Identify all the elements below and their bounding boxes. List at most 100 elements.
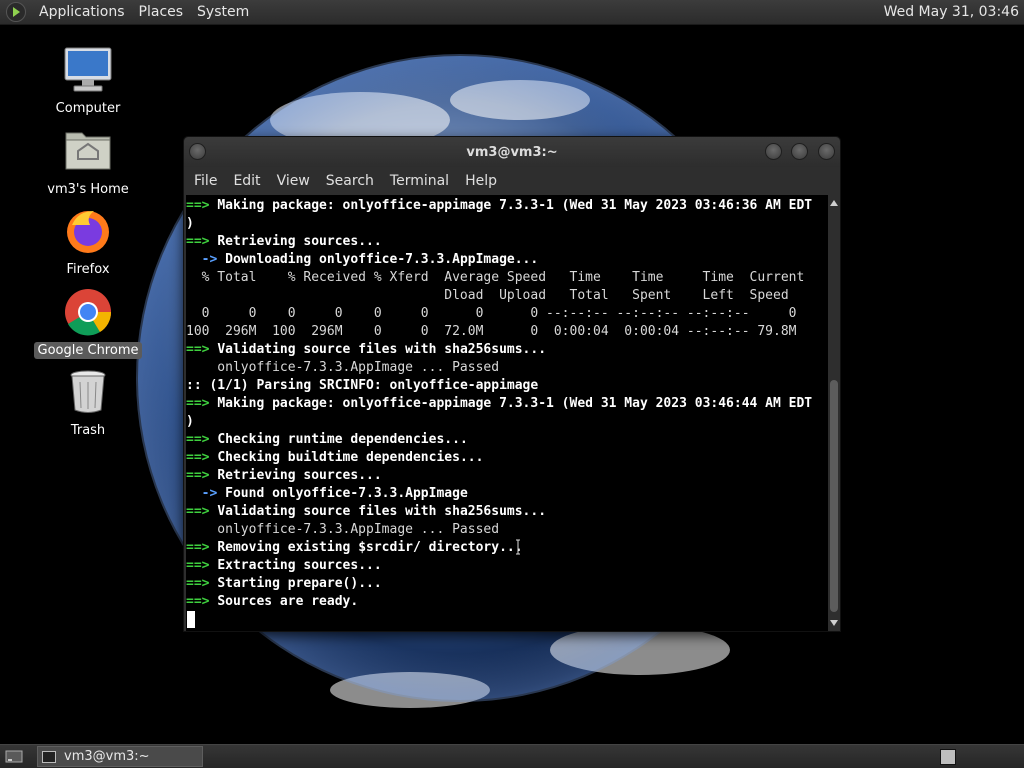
- terminal-line: -> Downloading onlyoffice-7.3.3.AppImage…: [186, 251, 812, 269]
- line-text: ): [186, 216, 194, 231]
- terminal-line: ==> Checking buildtime dependencies...: [186, 449, 812, 467]
- line-prefix: ->: [186, 252, 226, 267]
- line-text: Checking runtime dependencies...: [217, 432, 468, 447]
- distro-logo-icon[interactable]: [6, 2, 26, 22]
- terminal-line: % Total % Received % Xferd Average Speed…: [186, 269, 812, 287]
- taskbar-item-terminal[interactable]: vm3@vm3:~: [37, 746, 203, 767]
- menu-edit[interactable]: Edit: [226, 173, 267, 189]
- terminal-line: 0 0 0 0 0 0 0 0 --:--:-- --:--:-- --:--:…: [186, 305, 812, 323]
- desktop-icon-label: vm3's Home: [47, 182, 129, 197]
- line-prefix: ==>: [186, 504, 218, 519]
- terminal-line: ==> Making package: onlyoffice-appimage …: [186, 395, 812, 413]
- terminal-line: ==> Retrieving sources...: [186, 467, 812, 485]
- line-prefix: ==>: [186, 558, 218, 573]
- firefox-icon: [62, 205, 114, 257]
- line-text: Dload Upload Total Spent Left Speed: [186, 288, 789, 303]
- terminal-line: ==> Checking runtime dependencies...: [186, 431, 812, 449]
- show-desktop-icon[interactable]: [3, 748, 25, 766]
- desktop-icon-trash[interactable]: Trash: [33, 366, 143, 439]
- maximize-button[interactable]: [791, 143, 808, 160]
- line-prefix: ==>: [186, 234, 218, 249]
- line-text: Making package: onlyoffice-appimage 7.3.…: [217, 198, 813, 213]
- taskbar-item-label: vm3@vm3:~: [64, 749, 150, 764]
- line-text: 100 296M 100 296M 0 0 72.0M 0 0:00:04 0:…: [186, 324, 797, 339]
- terminal-line: 100 296M 100 296M 0 0 72.0M 0 0:00:04 0:…: [186, 323, 812, 341]
- desktop-icon-label: Firefox: [66, 262, 110, 277]
- line-prefix: ==>: [186, 342, 218, 357]
- ibeam-cursor-icon: [516, 539, 520, 555]
- line-text: Validating source files with sha256sums.…: [217, 504, 547, 519]
- terminal-scrollbar[interactable]: [828, 195, 840, 631]
- line-text: Downloading onlyoffice-7.3.3.AppImage...: [225, 252, 539, 267]
- terminal-line: ==> Extracting sources...: [186, 557, 812, 575]
- line-prefix: ==>: [186, 432, 218, 447]
- bottom-panel: vm3@vm3:~: [0, 744, 1024, 768]
- line-prefix: ==>: [186, 198, 218, 213]
- line-prefix: ==>: [186, 468, 218, 483]
- scroll-down-arrow-icon[interactable]: [830, 620, 838, 626]
- terminal-line: :: (1/1) Parsing SRCINFO: onlyoffice-app…: [186, 377, 812, 395]
- line-prefix: ==>: [186, 396, 218, 411]
- line-text: (1/1) Parsing SRCINFO: onlyoffice-appima…: [209, 378, 539, 393]
- terminal-line: ==> Validating source files with sha256s…: [186, 341, 812, 359]
- menu-terminal[interactable]: Terminal: [383, 173, 456, 189]
- menu-file[interactable]: File: [187, 173, 224, 189]
- desktop-icon-firefox[interactable]: Firefox: [33, 205, 143, 278]
- terminal-window[interactable]: vm3@vm3:~ File Edit View Search Terminal…: [183, 136, 841, 632]
- line-text: Retrieving sources...: [217, 468, 382, 483]
- line-text: Found onlyoffice-7.3.3.AppImage: [225, 486, 468, 501]
- menu-system[interactable]: System: [190, 4, 256, 20]
- clock[interactable]: Wed May 31, 03:46: [884, 4, 1024, 20]
- terminal-line: onlyoffice-7.3.3.AppImage ... Passed: [186, 521, 812, 539]
- top-panel: Applications Places System Wed May 31, 0…: [0, 0, 1024, 25]
- desktop-icon-label: Trash: [70, 423, 106, 438]
- terminal-menubar: File Edit View Search Terminal Help: [184, 167, 840, 195]
- line-text: Sources are ready.: [217, 594, 359, 609]
- line-text: onlyoffice-7.3.3.AppImage ... Passed: [186, 360, 500, 375]
- terminal-line: ==> Validating source files with sha256s…: [186, 503, 812, 521]
- line-text: Extracting sources...: [217, 558, 382, 573]
- terminal-output[interactable]: ==> Making package: onlyoffice-appimage …: [186, 195, 828, 631]
- line-prefix: ->: [186, 486, 226, 501]
- menu-help[interactable]: Help: [458, 173, 504, 189]
- line-prefix: ==>: [186, 594, 218, 609]
- line-text: 0 0 0 0 0 0 0 0 --:--:-- --:--:-- --:--:…: [186, 306, 797, 321]
- terminal-line: ): [186, 413, 812, 431]
- menu-view[interactable]: View: [270, 173, 317, 189]
- desktop-icon-chrome[interactable]: Google Chrome: [33, 286, 143, 359]
- desktop-icon-home[interactable]: vm3's Home: [33, 125, 143, 198]
- terminal-line: ==> Retrieving sources...: [186, 233, 812, 251]
- terminal-line: Dload Upload Total Spent Left Speed: [186, 287, 812, 305]
- line-text: % Total % Received % Xferd Average Speed…: [186, 270, 805, 285]
- terminal-icon: [42, 750, 56, 763]
- terminal-lines: ==> Making package: onlyoffice-appimage …: [186, 197, 812, 611]
- line-text: onlyoffice-7.3.3.AppImage ... Passed: [186, 522, 500, 537]
- scroll-up-arrow-icon[interactable]: [830, 200, 838, 206]
- trash-icon: [62, 366, 114, 418]
- menu-search[interactable]: Search: [319, 173, 381, 189]
- computer-icon: [62, 44, 114, 96]
- line-prefix: ==>: [186, 540, 218, 555]
- window-title: vm3@vm3:~: [466, 145, 558, 160]
- line-text: ): [186, 414, 194, 429]
- window-titlebar[interactable]: vm3@vm3:~: [184, 137, 840, 167]
- terminal-cursor: [187, 611, 195, 628]
- line-prefix: ::: [186, 378, 210, 393]
- minimize-button[interactable]: [765, 143, 782, 160]
- terminal-line: ==> Starting prepare()...: [186, 575, 812, 593]
- desktop-icon-computer[interactable]: Computer: [33, 44, 143, 117]
- line-text: Removing existing $srcdir/ directory...: [217, 540, 523, 555]
- line-prefix: ==>: [186, 576, 218, 591]
- menu-places[interactable]: Places: [132, 4, 191, 20]
- terminal-line: -> Found onlyoffice-7.3.3.AppImage: [186, 485, 812, 503]
- desktop-icon-label: Computer: [55, 101, 121, 116]
- menu-applications[interactable]: Applications: [32, 4, 132, 20]
- terminal-line: ==> Sources are ready.: [186, 593, 812, 611]
- terminal-line: ==> Making package: onlyoffice-appimage …: [186, 197, 812, 215]
- workspace-switcher[interactable]: [940, 749, 956, 765]
- line-text: Making package: onlyoffice-appimage 7.3.…: [217, 396, 813, 411]
- close-button[interactable]: [818, 143, 835, 160]
- scrollbar-thumb[interactable]: [830, 380, 838, 612]
- terminal-line: ==> Removing existing $srcdir/ directory…: [186, 539, 812, 557]
- terminal-line: onlyoffice-7.3.3.AppImage ... Passed: [186, 359, 812, 377]
